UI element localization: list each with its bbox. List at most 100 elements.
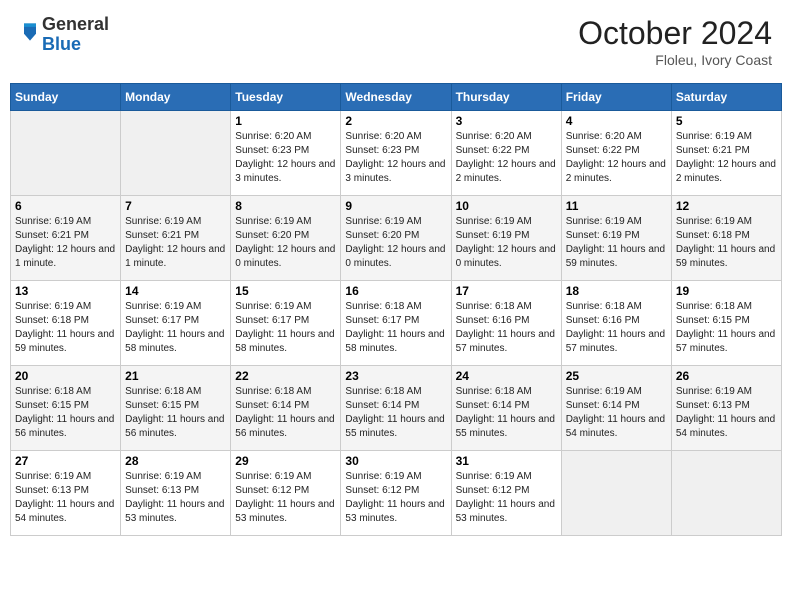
day-detail: Sunrise: 6:18 AM Sunset: 6:14 PM Dayligh… <box>235 385 336 441</box>
day-number: 15 <box>235 284 336 298</box>
calendar-cell: 24 Sunrise: 6:18 AM Sunset: 6:14 PM Dayli… <box>451 366 561 451</box>
calendar-week-2: 6 Sunrise: 6:19 AM Sunset: 6:21 PM Daylig… <box>11 196 782 281</box>
day-number: 24 <box>456 369 557 383</box>
calendar-cell: 6 Sunrise: 6:19 AM Sunset: 6:21 PM Daylig… <box>11 196 121 281</box>
day-detail: Sunrise: 6:18 AM Sunset: 6:14 PM Dayligh… <box>456 385 557 441</box>
calendar-cell: 31 Sunrise: 6:19 AM Sunset: 6:12 PM Dayli… <box>451 451 561 536</box>
day-detail: Sunrise: 6:19 AM Sunset: 6:21 PM Dayligh… <box>15 215 116 271</box>
calendar-cell: 2Sunrise: 6:20 AM Sunset: 6:23 PM Daylig… <box>341 111 451 196</box>
calendar-cell: 23 Sunrise: 6:18 AM Sunset: 6:14 PM Dayli… <box>341 366 451 451</box>
day-detail: Sunrise: 6:19 AM Sunset: 6:20 PM Dayligh… <box>235 215 336 271</box>
day-detail: Sunrise: 6:19 AM Sunset: 6:12 PM Dayligh… <box>456 470 557 526</box>
day-detail: Sunrise: 6:20 AM Sunset: 6:22 PM Dayligh… <box>566 130 667 186</box>
day-detail: Sunrise: 6:18 AM Sunset: 6:15 PM Dayligh… <box>125 385 226 441</box>
calendar-cell <box>121 111 231 196</box>
day-detail: Sunrise: 6:19 AM Sunset: 6:21 PM Dayligh… <box>676 130 777 186</box>
day-number: 28 <box>125 454 226 468</box>
day-detail: Sunrise: 6:19 AM Sunset: 6:18 PM Dayligh… <box>15 300 116 356</box>
calendar-week-4: 20 Sunrise: 6:18 AM Sunset: 6:15 PM Dayli… <box>11 366 782 451</box>
calendar-week-5: 27 Sunrise: 6:19 AM Sunset: 6:13 PM Dayli… <box>11 451 782 536</box>
page-header: General Blue October 2024 Floleu, Ivory … <box>10 10 782 73</box>
day-detail: Sunrise: 6:20 AM Sunset: 6:23 PM Dayligh… <box>345 130 446 186</box>
calendar-cell: 7 Sunrise: 6:19 AM Sunset: 6:21 PM Daylig… <box>121 196 231 281</box>
day-number: 31 <box>456 454 557 468</box>
day-number: 5 <box>676 114 777 128</box>
day-number: 21 <box>125 369 226 383</box>
day-number: 22 <box>235 369 336 383</box>
day-number: 3 <box>456 114 557 128</box>
calendar-cell: 22 Sunrise: 6:18 AM Sunset: 6:14 PM Dayli… <box>231 366 341 451</box>
calendar-cell: 25 Sunrise: 6:19 AM Sunset: 6:14 PM Dayli… <box>561 366 671 451</box>
calendar-cell: 16 Sunrise: 6:18 AM Sunset: 6:17 PM Dayli… <box>341 281 451 366</box>
calendar-cell: 8 Sunrise: 6:19 AM Sunset: 6:20 PM Daylig… <box>231 196 341 281</box>
day-detail: Sunrise: 6:19 AM Sunset: 6:13 PM Dayligh… <box>125 470 226 526</box>
weekday-header-tuesday: Tuesday <box>231 84 341 111</box>
calendar-cell: 30 Sunrise: 6:19 AM Sunset: 6:12 PM Dayli… <box>341 451 451 536</box>
day-detail: Sunrise: 6:19 AM Sunset: 6:17 PM Dayligh… <box>235 300 336 356</box>
weekday-header-wednesday: Wednesday <box>341 84 451 111</box>
day-detail: Sunrise: 6:19 AM Sunset: 6:19 PM Dayligh… <box>456 215 557 271</box>
day-detail: Sunrise: 6:20 AM Sunset: 6:22 PM Dayligh… <box>456 130 557 186</box>
logo-general-text: General <box>42 14 109 34</box>
day-detail: Sunrise: 6:19 AM Sunset: 6:13 PM Dayligh… <box>676 385 777 441</box>
day-detail: Sunrise: 6:19 AM Sunset: 6:14 PM Dayligh… <box>566 385 667 441</box>
calendar-cell: 26 Sunrise: 6:19 AM Sunset: 6:13 PM Dayli… <box>671 366 781 451</box>
day-number: 4 <box>566 114 667 128</box>
day-number: 1 <box>235 114 336 128</box>
day-detail: Sunrise: 6:18 AM Sunset: 6:17 PM Dayligh… <box>345 300 446 356</box>
calendar-cell <box>561 451 671 536</box>
day-detail: Sunrise: 6:19 AM Sunset: 6:12 PM Dayligh… <box>345 470 446 526</box>
calendar-cell: 19Sunrise: 6:18 AM Sunset: 6:15 PM Dayli… <box>671 281 781 366</box>
location-subtitle: Floleu, Ivory Coast <box>578 52 772 68</box>
day-number: 8 <box>235 199 336 213</box>
calendar-cell: 21 Sunrise: 6:18 AM Sunset: 6:15 PM Dayli… <box>121 366 231 451</box>
day-detail: Sunrise: 6:18 AM Sunset: 6:16 PM Dayligh… <box>456 300 557 356</box>
day-number: 13 <box>15 284 116 298</box>
day-number: 25 <box>566 369 667 383</box>
calendar-cell: 27 Sunrise: 6:19 AM Sunset: 6:13 PM Dayli… <box>11 451 121 536</box>
day-number: 14 <box>125 284 226 298</box>
calendar-cell: 18Sunrise: 6:18 AM Sunset: 6:16 PM Dayli… <box>561 281 671 366</box>
calendar-cell: 14Sunrise: 6:19 AM Sunset: 6:17 PM Dayli… <box>121 281 231 366</box>
day-detail: Sunrise: 6:19 AM Sunset: 6:19 PM Dayligh… <box>566 215 667 271</box>
month-info: October 2024 Floleu, Ivory Coast <box>578 15 772 68</box>
day-detail: Sunrise: 6:19 AM Sunset: 6:20 PM Dayligh… <box>345 215 446 271</box>
calendar-cell: 29 Sunrise: 6:19 AM Sunset: 6:12 PM Dayli… <box>231 451 341 536</box>
calendar-cell: 4 Sunrise: 6:20 AM Sunset: 6:22 PM Daylig… <box>561 111 671 196</box>
day-number: 20 <box>15 369 116 383</box>
day-number: 6 <box>15 199 116 213</box>
logo-icon <box>20 20 40 44</box>
month-title: October 2024 <box>578 15 772 52</box>
day-number: 17 <box>456 284 557 298</box>
calendar-cell: 13 Sunrise: 6:19 AM Sunset: 6:18 PM Dayli… <box>11 281 121 366</box>
day-detail: Sunrise: 6:19 AM Sunset: 6:12 PM Dayligh… <box>235 470 336 526</box>
calendar-cell: 9Sunrise: 6:19 AM Sunset: 6:20 PM Daylig… <box>341 196 451 281</box>
day-detail: Sunrise: 6:19 AM Sunset: 6:13 PM Dayligh… <box>15 470 116 526</box>
day-detail: Sunrise: 6:19 AM Sunset: 6:18 PM Dayligh… <box>676 215 777 271</box>
day-number: 16 <box>345 284 446 298</box>
weekday-header-thursday: Thursday <box>451 84 561 111</box>
calendar-cell: 11Sunrise: 6:19 AM Sunset: 6:19 PM Dayli… <box>561 196 671 281</box>
calendar-cell <box>671 451 781 536</box>
calendar-week-3: 13 Sunrise: 6:19 AM Sunset: 6:18 PM Dayli… <box>11 281 782 366</box>
day-number: 10 <box>456 199 557 213</box>
logo: General Blue <box>20 15 109 55</box>
day-detail: Sunrise: 6:18 AM Sunset: 6:15 PM Dayligh… <box>676 300 777 356</box>
day-detail: Sunrise: 6:18 AM Sunset: 6:14 PM Dayligh… <box>345 385 446 441</box>
calendar-cell: 10 Sunrise: 6:19 AM Sunset: 6:19 PM Dayli… <box>451 196 561 281</box>
logo-blue-text: Blue <box>42 34 81 54</box>
day-number: 30 <box>345 454 446 468</box>
weekday-header-monday: Monday <box>121 84 231 111</box>
day-detail: Sunrise: 6:19 AM Sunset: 6:21 PM Dayligh… <box>125 215 226 271</box>
day-number: 12 <box>676 199 777 213</box>
day-number: 27 <box>15 454 116 468</box>
weekday-header-saturday: Saturday <box>671 84 781 111</box>
calendar-cell: 15 Sunrise: 6:19 AM Sunset: 6:17 PM Dayli… <box>231 281 341 366</box>
day-detail: Sunrise: 6:20 AM Sunset: 6:23 PM Dayligh… <box>235 130 336 186</box>
day-number: 7 <box>125 199 226 213</box>
day-number: 23 <box>345 369 446 383</box>
calendar-cell <box>11 111 121 196</box>
day-number: 29 <box>235 454 336 468</box>
day-detail: Sunrise: 6:18 AM Sunset: 6:15 PM Dayligh… <box>15 385 116 441</box>
day-number: 26 <box>676 369 777 383</box>
